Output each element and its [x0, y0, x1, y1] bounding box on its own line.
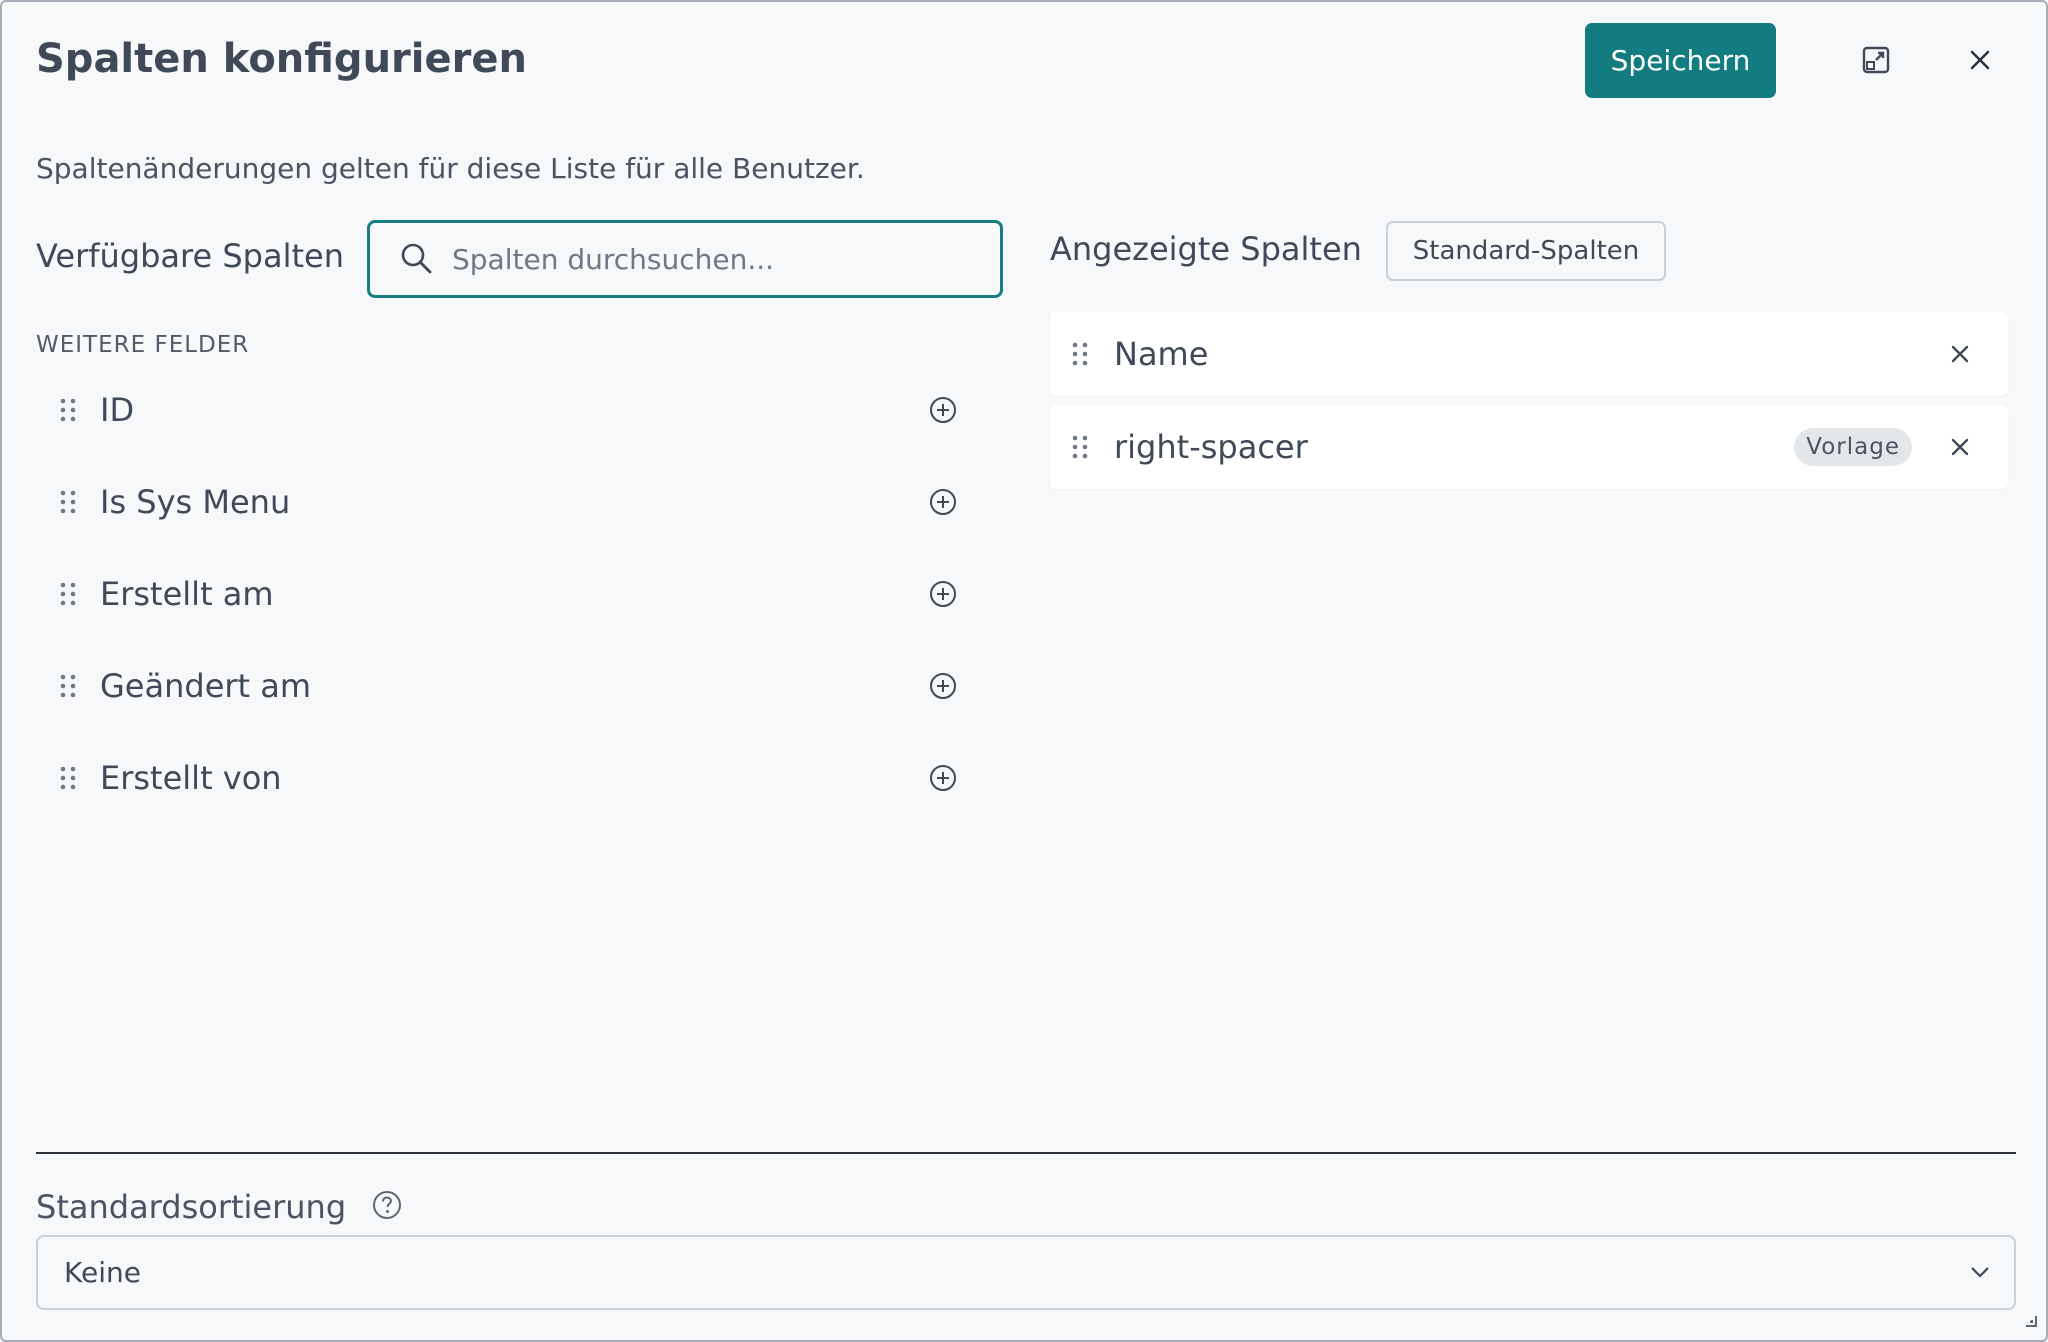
expand-icon[interactable]	[1856, 40, 1896, 80]
search-field[interactable]	[367, 220, 1003, 298]
add-circle-icon[interactable]	[926, 761, 960, 795]
shown-item-name[interactable]: Name	[1050, 312, 2008, 396]
available-item-label: Is Sys Menu	[100, 483, 291, 521]
drag-handle-icon[interactable]	[1068, 341, 1092, 367]
drag-handle-icon[interactable]	[56, 581, 80, 607]
resize-grip-icon[interactable]	[2024, 1313, 2038, 1332]
default-sorting-label: Standardsortierung	[36, 1188, 347, 1226]
available-item-id[interactable]: ID	[42, 370, 972, 450]
template-badge: Vorlage	[1794, 428, 1912, 466]
drag-handle-icon[interactable]	[56, 489, 80, 515]
remove-icon[interactable]	[1940, 334, 1980, 374]
drag-handle-icon[interactable]	[1068, 434, 1092, 460]
add-circle-icon[interactable]	[926, 393, 960, 427]
chevron-down-icon	[1970, 1263, 1990, 1282]
dialog-subtitle: Spaltenänderungen gelten für diese Liste…	[36, 152, 865, 185]
search-input[interactable]	[452, 242, 972, 276]
drag-handle-icon[interactable]	[56, 765, 80, 791]
add-circle-icon[interactable]	[926, 485, 960, 519]
available-item-is-sys-menu[interactable]: Is Sys Menu	[42, 462, 972, 542]
add-circle-icon[interactable]	[926, 577, 960, 611]
default-sorting-value: Keine	[64, 1256, 141, 1289]
shown-item-label: Name	[1114, 335, 1209, 373]
dialog-title: Spalten konfigurieren	[36, 36, 527, 82]
group-label: WEITERE FELDER	[36, 332, 250, 358]
close-icon[interactable]	[1960, 40, 2000, 80]
available-item-label: Erstellt von	[100, 759, 282, 797]
available-item-geaendert-am[interactable]: Geändert am	[42, 646, 972, 726]
search-icon	[401, 243, 432, 274]
available-columns-heading: Verfügbare Spalten	[36, 237, 344, 275]
drag-handle-icon[interactable]	[56, 673, 80, 699]
remove-icon[interactable]	[1940, 427, 1980, 467]
default-sorting-select[interactable]: Keine	[36, 1235, 2016, 1310]
save-button[interactable]: Speichern	[1585, 23, 1776, 98]
shown-columns-heading: Angezeigte Spalten	[1050, 230, 1362, 268]
available-item-label: Geändert am	[100, 667, 312, 705]
available-item-label: Erstellt am	[100, 575, 274, 613]
help-icon[interactable]	[371, 1189, 403, 1221]
configure-columns-dialog: Spalten konfigurieren Speichern Spaltenä…	[0, 0, 2048, 1342]
available-item-erstellt-von[interactable]: Erstellt von	[42, 738, 972, 818]
drag-handle-icon[interactable]	[56, 397, 80, 423]
shown-item-label: right-spacer	[1114, 428, 1308, 466]
add-circle-icon[interactable]	[926, 669, 960, 703]
standard-columns-button[interactable]: Standard-Spalten	[1386, 221, 1666, 281]
divider	[36, 1152, 2016, 1154]
shown-item-right-spacer[interactable]: right-spacer Vorlage	[1050, 405, 2008, 489]
available-item-label: ID	[100, 391, 135, 429]
available-item-erstellt-am[interactable]: Erstellt am	[42, 554, 972, 634]
